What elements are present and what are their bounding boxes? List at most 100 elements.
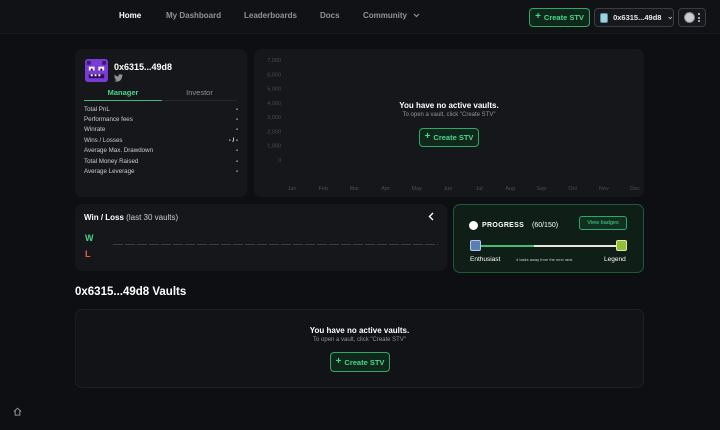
progress-fill <box>476 245 535 247</box>
chevron-down-icon <box>668 16 673 19</box>
plus-icon: + <box>335 355 342 367</box>
stat-value: - <box>235 168 238 176</box>
y-tick-label: 5,000 <box>267 87 281 93</box>
stat-row: Average Max. Drawdown - <box>84 146 238 156</box>
vaults-empty-subtitle: To open a vault, click "Create STV" <box>313 337 406 343</box>
nav-leaderboards[interactable]: Leaderboards <box>244 11 297 20</box>
stat-value: - <box>235 157 238 165</box>
account-menu-button[interactable] <box>678 8 706 27</box>
vaults-title: 0x6315...49d8 Vaults <box>75 286 187 298</box>
create-stv-chart-button[interactable]: + Create STV <box>419 128 479 147</box>
stat-row: Winrate - <box>84 125 238 135</box>
stat-row: Wins / Losses - / - <box>84 135 238 145</box>
stat-label: Performance fees <box>84 116 133 124</box>
win-label: W <box>85 233 94 243</box>
stat-row: Total PnL - <box>84 104 238 114</box>
tab-manager[interactable]: Manager <box>84 88 162 101</box>
profile-card: 0x6315...49d8 Manager Investor Total PnL… <box>75 49 247 197</box>
profile-name: 0x6315...49d8 <box>114 62 173 72</box>
create-stv-nav-button[interactable]: + Create STV <box>529 8 590 27</box>
stat-label: Total PnL <box>84 105 110 113</box>
progress-track <box>476 245 622 247</box>
home-icon[interactable] <box>12 406 23 417</box>
stats-list: Total PnL - Performance fees - Winrate - Wi… <box>84 104 238 177</box>
performance-chart-card: 7,000 6,000 5,000 4,000 3,000 2,000 1,000 0 Jan F… <box>254 49 644 197</box>
x-tick-label: Sep <box>537 186 547 192</box>
y-tick-label: 0 <box>278 158 281 164</box>
performance-chart: 7,0006,0005,0004,0003,0002,0001,0000Jan F… <box>267 58 640 192</box>
win-loss-track <box>113 244 438 245</box>
legend-badge-icon <box>616 240 627 251</box>
y-tick-label: 2,000 <box>267 129 281 135</box>
vaults-empty-title: You have no active vaults. <box>309 326 410 335</box>
stat-label: Average Leverage <box>84 168 135 176</box>
stat-value: - <box>235 105 238 113</box>
y-tick-label: 1,000 <box>267 144 281 150</box>
rank-target-label: Legend <box>604 256 626 263</box>
avatar-icon <box>684 12 695 23</box>
twitter-icon[interactable] <box>114 74 123 82</box>
stat-row: Average Leverage - <box>84 166 238 176</box>
nav-my-dashboard[interactable]: My Dashboard <box>166 11 221 20</box>
stat-row: Total Money Raised - <box>84 156 238 166</box>
chevron-left-icon[interactable] <box>428 212 434 221</box>
rank-progress-hint: 4 tasks away from the next rank <box>516 257 573 262</box>
nav-community-label: Community <box>363 11 407 20</box>
top-navbar: Home My Dashboard Leaderboards Docs Comm… <box>0 0 720 34</box>
x-tick-label: May <box>412 186 423 192</box>
nav-home[interactable]: Home <box>119 11 141 20</box>
pixel-monster-icon <box>85 59 108 82</box>
win-loss-title: Win / Loss (last 30 vaults) <box>84 213 178 222</box>
x-tick-label: Apr <box>381 186 390 192</box>
create-stv-vaults-label: Create STV <box>344 357 385 367</box>
stat-value: - / - <box>228 136 238 144</box>
stat-value: - <box>235 116 238 124</box>
y-tick-label: 7,000 <box>267 58 281 64</box>
x-tick-label: Jun <box>443 186 452 192</box>
wallet-address: 0x6315...49d8 <box>613 13 662 22</box>
more-vertical-icon <box>698 13 700 22</box>
loss-label: L <box>85 249 91 259</box>
x-tick-label: Mar <box>350 186 360 192</box>
x-tick-label: Jan <box>288 186 297 192</box>
plus-icon: + <box>535 11 541 22</box>
stat-value: - <box>235 147 238 155</box>
x-tick-label: Nov <box>599 186 609 192</box>
enthusiast-badge-icon <box>470 240 481 251</box>
stat-label: Winrate <box>84 126 106 134</box>
vaults-card: You have no active vaults. To open a vau… <box>75 309 644 388</box>
stat-value: - <box>235 126 238 134</box>
stat-label: Average Max. Drawdown <box>84 147 154 155</box>
create-stv-vaults-button[interactable]: + Create STV <box>330 352 390 372</box>
progress-count: (60/150) <box>532 222 559 229</box>
progress-title: PROGRESS <box>482 222 525 229</box>
chart-empty-subtitle: To open a vault, click "Create STV" <box>402 112 496 118</box>
win-loss-card: Win / Loss (last 30 vaults) W L <box>75 204 447 271</box>
stat-row: Performance fees - <box>84 114 238 124</box>
stat-label: Wins / Losses <box>84 136 123 144</box>
plus-icon: + <box>424 131 431 142</box>
x-tick-label: Dec <box>630 186 640 192</box>
x-tick-label: Jul <box>476 186 483 192</box>
chevron-down-icon <box>413 13 420 18</box>
y-tick-label: 6,000 <box>267 72 281 78</box>
win-loss-heading: Win / Loss <box>84 213 124 222</box>
stat-label: Total Money Raised <box>84 157 139 165</box>
x-tick-label: Oct <box>568 186 577 192</box>
rank-current-label: Enthusiast <box>470 256 501 263</box>
view-badges-button[interactable]: View badges <box>579 216 627 230</box>
wallet-button[interactable]: 0x6315...49d8 <box>594 8 674 27</box>
wallet-avatar-icon <box>600 12 609 23</box>
nav-community[interactable]: Community <box>363 11 420 20</box>
progress-card: PROGRESS (60/150) View badges Enthusiast… <box>453 204 644 273</box>
tab-investor[interactable]: Investor <box>162 88 237 101</box>
x-tick-label: Aug <box>505 186 515 192</box>
progress-icon <box>469 221 478 230</box>
create-stv-nav-label: Create STV <box>543 13 584 22</box>
chart-empty-title: You have no active vaults. <box>399 101 499 110</box>
profile-avatar <box>85 59 108 82</box>
x-tick-label: Feb <box>318 186 327 192</box>
win-loss-subtitle: (last 30 vaults) <box>126 213 179 222</box>
create-stv-chart-label: Create STV <box>433 133 474 142</box>
nav-docs[interactable]: Docs <box>320 11 340 20</box>
